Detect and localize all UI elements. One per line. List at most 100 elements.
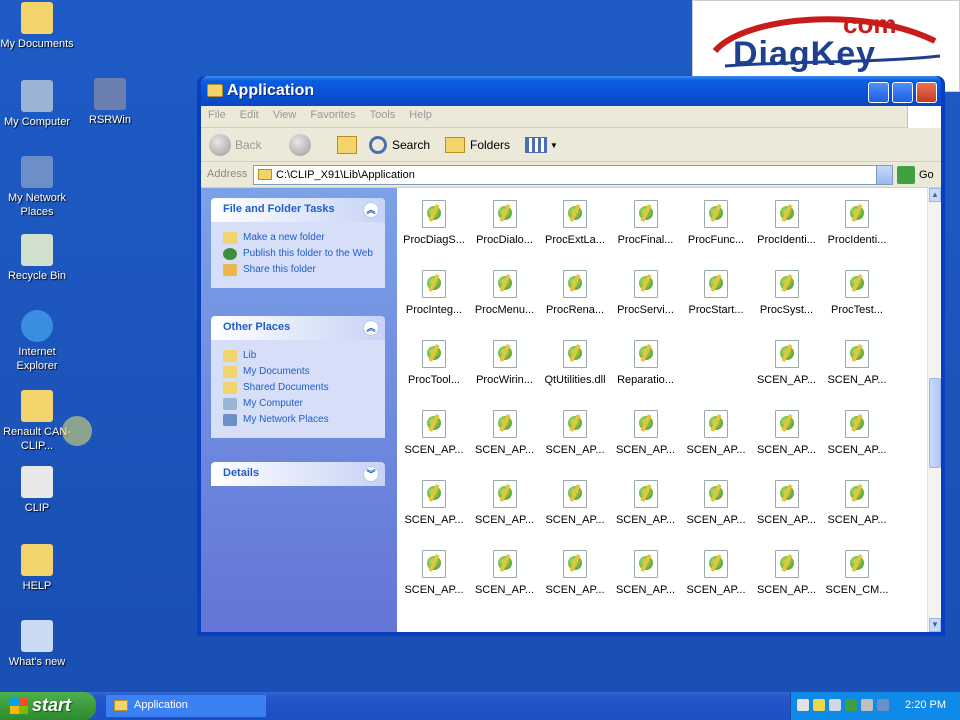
- place-lib[interactable]: Lib: [223, 350, 385, 362]
- file-item[interactable]: ProcFunc...: [681, 200, 751, 246]
- views-button[interactable]: ▼: [525, 134, 558, 156]
- file-item[interactable]: SCEN_CM...: [822, 550, 892, 596]
- up-folder-button[interactable]: [337, 134, 357, 156]
- file-item[interactable]: ProcWirin...: [470, 340, 540, 386]
- scroll-up-button[interactable]: ▲: [929, 188, 941, 202]
- tray-icon[interactable]: [877, 699, 889, 711]
- file-item[interactable]: SCEN_AP...: [399, 410, 469, 456]
- file-item[interactable]: Reparatio...: [611, 340, 681, 386]
- file-item[interactable]: SCEN_AP...: [752, 550, 822, 596]
- file-name: SCEN_AP...: [615, 584, 676, 596]
- file-item[interactable]: SCEN_AP...: [540, 480, 610, 526]
- details-header[interactable]: Details ︾: [211, 462, 385, 486]
- place-shared-documents[interactable]: Shared Documents: [223, 382, 385, 394]
- file-item[interactable]: ProcDiagS...: [399, 200, 469, 246]
- desktop-icon[interactable]: My Network Places: [0, 156, 74, 219]
- collapse-icon[interactable]: ︽: [363, 320, 379, 336]
- file-item[interactable]: SCEN_AP...: [540, 550, 610, 596]
- file-item[interactable]: ProcSyst...: [752, 270, 822, 316]
- file-item[interactable]: ProcServi...: [611, 270, 681, 316]
- globe-icon: [223, 248, 237, 260]
- forward-button[interactable]: [289, 134, 311, 156]
- file-item[interactable]: SCEN_AP...: [540, 410, 610, 456]
- place-network[interactable]: My Network Places: [223, 414, 385, 426]
- file-item[interactable]: ProcFinal...: [611, 200, 681, 246]
- maximize-button[interactable]: [892, 82, 913, 103]
- file-folder-tasks-header[interactable]: File and Folder Tasks ︽: [211, 198, 385, 222]
- address-input[interactable]: C:\CLIP_X91\Lib\Application: [253, 165, 893, 185]
- task-share-folder[interactable]: Share this folder: [223, 264, 385, 276]
- file-item[interactable]: SCEN_AP...: [752, 410, 822, 456]
- file-item[interactable]: SCEN_AP...: [611, 410, 681, 456]
- desktop-icon[interactable]: My Documents: [0, 2, 74, 51]
- menu-edit[interactable]: Edit: [233, 106, 266, 124]
- file-item[interactable]: SCEN_AP...: [611, 480, 681, 526]
- go-button[interactable]: Go: [897, 166, 934, 184]
- file-item[interactable]: ProcDialo...: [470, 200, 540, 246]
- menu-favorites[interactable]: Favorites: [303, 106, 362, 124]
- file-item[interactable]: SCEN_AP...: [681, 480, 751, 526]
- tray-icon[interactable]: [813, 699, 825, 711]
- file-item[interactable]: SCEN_AP...: [681, 550, 751, 596]
- folders-button[interactable]: Folders: [445, 134, 510, 156]
- file-item[interactable]: SCEN_AP...: [470, 410, 540, 456]
- place-my-documents[interactable]: My Documents: [223, 366, 385, 378]
- file-item[interactable]: SCEN_AP...: [681, 410, 751, 456]
- file-item[interactable]: ProcStart...: [681, 270, 751, 316]
- back-button[interactable]: Back: [209, 134, 262, 156]
- file-item[interactable]: ProcMenu...: [470, 270, 540, 316]
- desktop-icon[interactable]: Renault CAN-CLIP...: [0, 390, 74, 453]
- tray-icon[interactable]: [797, 699, 809, 711]
- file-item[interactable]: SCEN_AP...: [399, 480, 469, 526]
- file-item[interactable]: ProcTest...: [822, 270, 892, 316]
- desktop-icon[interactable]: RSRWin: [73, 78, 147, 127]
- file-item[interactable]: SCEN_AP...: [752, 480, 822, 526]
- file-item[interactable]: SCEN_AP...: [822, 410, 892, 456]
- file-item[interactable]: ProcIdenti...: [752, 200, 822, 246]
- file-item[interactable]: SCEN_AP...: [822, 480, 892, 526]
- menu-tools[interactable]: Tools: [363, 106, 403, 124]
- close-button[interactable]: [916, 82, 937, 103]
- desktop-icon[interactable]: HELP: [0, 544, 74, 593]
- file-item[interactable]: SCEN_AP...: [470, 480, 540, 526]
- file-item[interactable]: SCEN_AP...: [822, 340, 892, 386]
- file-item[interactable]: QtUtilities.dll: [540, 340, 610, 386]
- desktop-icon[interactable]: My Computer: [0, 80, 74, 129]
- file-item[interactable]: ProcIdenti...: [822, 200, 892, 246]
- tray-icon[interactable]: [861, 699, 873, 711]
- clock[interactable]: 2:20 PM: [905, 699, 946, 711]
- other-places-header[interactable]: Other Places ︽: [211, 316, 385, 340]
- vertical-scrollbar[interactable]: ▲ ▼: [927, 188, 941, 632]
- desktop-icon[interactable]: What's new: [0, 620, 74, 669]
- file-item[interactable]: SCEN_AP...: [752, 340, 822, 386]
- address-dropdown-button[interactable]: [876, 166, 892, 184]
- desktop-icon[interactable]: Internet Explorer: [0, 310, 74, 373]
- expand-icon[interactable]: ︾: [363, 466, 379, 482]
- file-item[interactable]: ProcTool...: [399, 340, 469, 386]
- file-item[interactable]: ProcInteg...: [399, 270, 469, 316]
- scroll-down-button[interactable]: ▼: [929, 618, 941, 632]
- minimize-button[interactable]: [868, 82, 889, 103]
- tray-icon[interactable]: [829, 699, 841, 711]
- task-new-folder[interactable]: Make a new folder: [223, 232, 385, 244]
- file-item[interactable]: SCEN_AP...: [399, 550, 469, 596]
- file-name: SCEN_AP...: [756, 514, 817, 526]
- menu-file[interactable]: File: [201, 106, 233, 124]
- file-item[interactable]: ProcRena...: [540, 270, 610, 316]
- search-button[interactable]: Search: [369, 134, 430, 156]
- file-item[interactable]: SCEN_AP...: [470, 550, 540, 596]
- window-titlebar[interactable]: Application: [201, 76, 941, 106]
- menu-help[interactable]: Help: [402, 106, 439, 124]
- tray-icon[interactable]: [845, 699, 857, 711]
- scroll-thumb[interactable]: [929, 378, 941, 468]
- place-my-computer[interactable]: My Computer: [223, 398, 385, 410]
- menu-view[interactable]: View: [266, 106, 304, 124]
- file-item[interactable]: SCEN_AP...: [611, 550, 681, 596]
- file-item[interactable]: ProcExtLa...: [540, 200, 610, 246]
- taskbar-item-application[interactable]: Application: [106, 695, 266, 717]
- desktop-icon[interactable]: Recycle Bin: [0, 234, 74, 283]
- collapse-icon[interactable]: ︽: [363, 202, 379, 218]
- task-publish-web[interactable]: Publish this folder to the Web: [223, 248, 385, 260]
- start-button[interactable]: start: [0, 692, 96, 720]
- desktop-icon[interactable]: CLIP: [0, 466, 74, 515]
